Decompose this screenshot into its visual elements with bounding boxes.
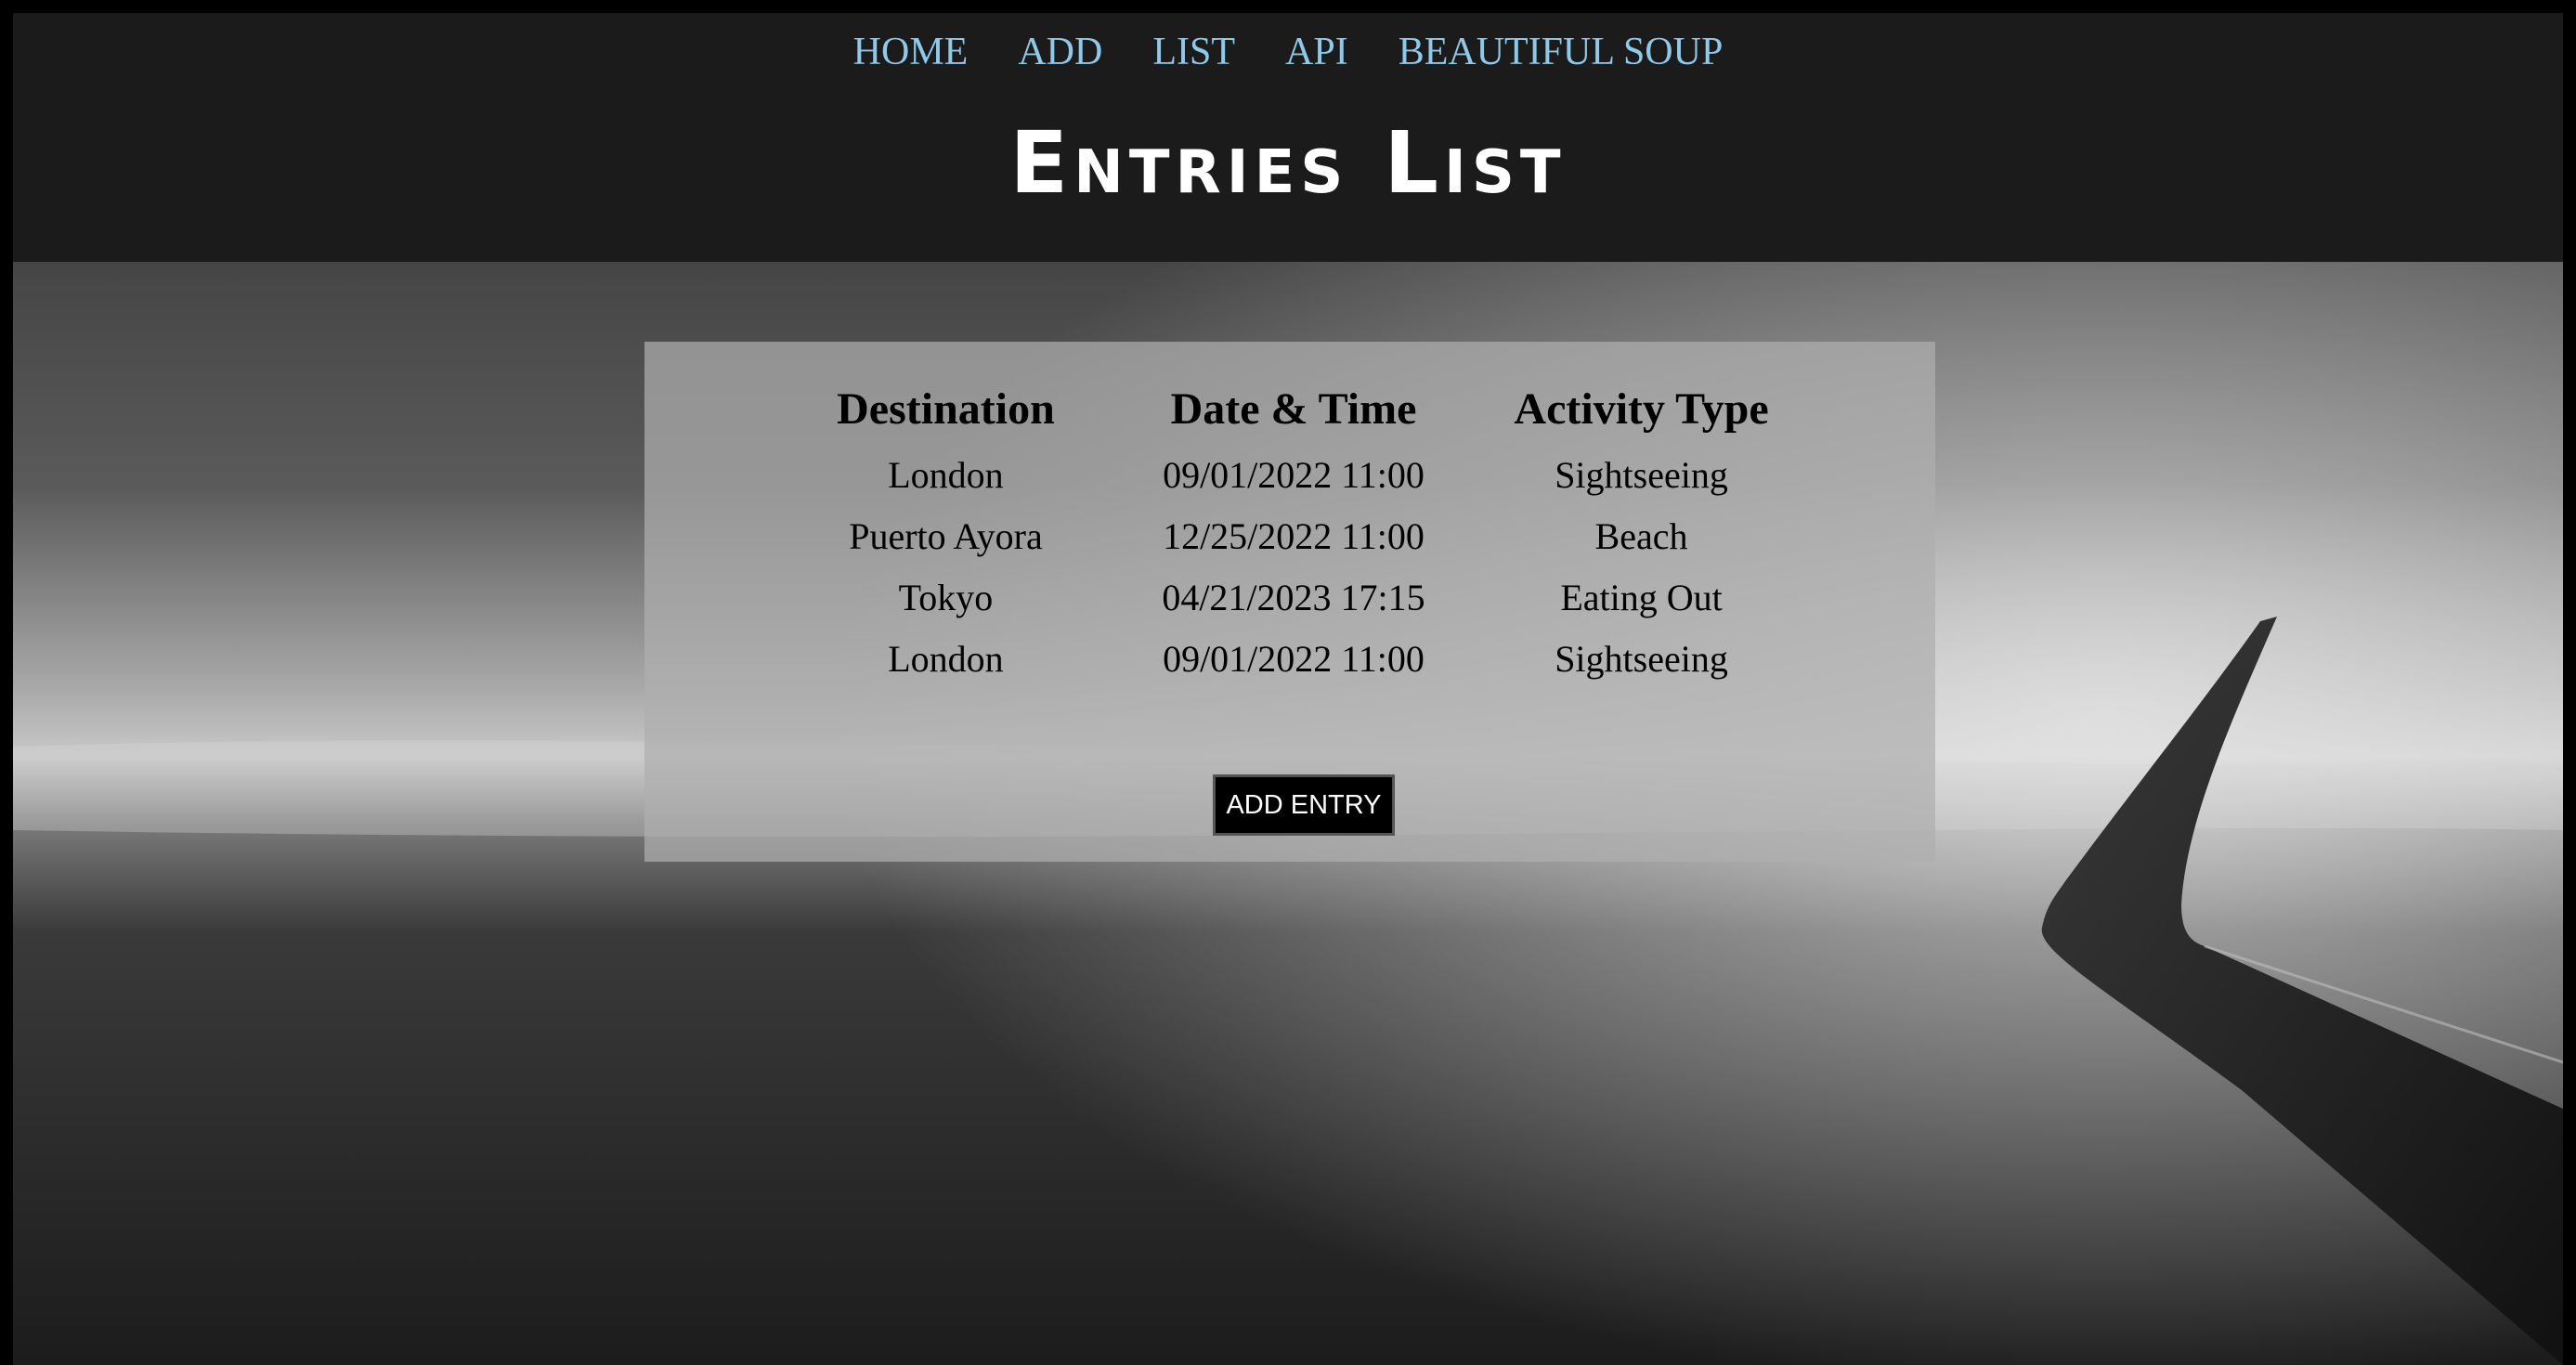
nav-beautiful-soup-link[interactable]: BEAUTIFUL SOUP [1399, 31, 1724, 73]
table-row: Tokyo 04/21/2023 17:15 Eating Out [774, 566, 1813, 628]
table-row: London 09/01/2022 11:00 Sightseeing [774, 444, 1813, 505]
page-title: Entries List [1009, 113, 1567, 213]
cell-destination: London [888, 453, 1004, 496]
main-nav: HOME ADD LIST API BEAUTIFUL SOUP [13, 30, 2563, 74]
column-header-destination: Destination [837, 384, 1055, 434]
add-entry-button[interactable]: ADD ENTRY [1213, 774, 1395, 836]
entries-table: Destination Date & Time Activity Type Lo… [774, 379, 1813, 689]
table-row: Puerto Ayora 12/25/2022 11:00 Beach [774, 505, 1813, 566]
cell-activity-type: Beach [1594, 514, 1688, 557]
nav-home-link[interactable]: HOME [853, 31, 969, 73]
site-header: HOME ADD LIST API BEAUTIFUL SOUP Entries… [13, 13, 2563, 262]
cell-date-time: 09/01/2022 11:00 [1163, 637, 1425, 680]
cell-destination: Tokyo [898, 576, 994, 618]
nav-list-link[interactable]: LIST [1152, 31, 1235, 73]
cell-date-time: 09/01/2022 11:00 [1163, 453, 1425, 496]
column-header-activity-type: Activity Type [1514, 384, 1769, 434]
cell-date-time: 12/25/2022 11:00 [1163, 514, 1425, 557]
column-header-date-time: Date & Time [1170, 384, 1417, 434]
table-header-row: Destination Date & Time Activity Type [774, 379, 1813, 444]
nav-api-link[interactable]: API [1285, 31, 1348, 73]
cell-activity-type: Eating Out [1560, 576, 1723, 618]
cell-activity-type: Sightseeing [1555, 453, 1728, 496]
cell-activity-type: Sightseeing [1555, 637, 1728, 680]
table-row: London 09/01/2022 11:00 Sightseeing [774, 628, 1813, 689]
page-frame: HOME ADD LIST API BEAUTIFUL SOUP Entries… [13, 13, 2563, 1365]
nav-add-link[interactable]: ADD [1018, 31, 1102, 73]
entries-panel: Destination Date & Time Activity Type Lo… [644, 342, 1935, 862]
cell-destination: London [888, 637, 1004, 680]
cell-date-time: 04/21/2023 17:15 [1162, 576, 1425, 618]
cell-destination: Puerto Ayora [849, 514, 1043, 557]
